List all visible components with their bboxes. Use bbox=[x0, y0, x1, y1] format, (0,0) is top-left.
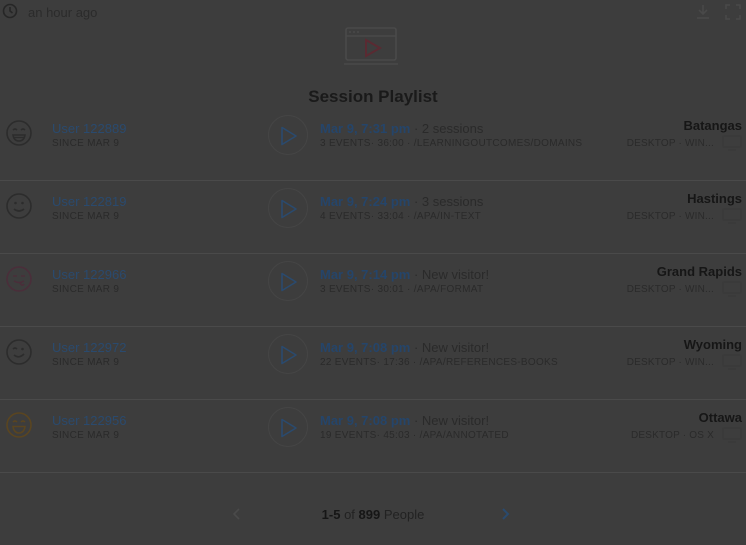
user-name-link[interactable]: User 122966 bbox=[52, 267, 126, 282]
play-session-button[interactable] bbox=[268, 188, 308, 228]
location-city: Batangas bbox=[683, 118, 742, 133]
last-updated-text: an hour ago bbox=[28, 5, 98, 20]
user-name-link[interactable]: User 122956 bbox=[52, 413, 126, 428]
location-city: Hastings bbox=[687, 191, 742, 206]
device-info: DESKTOP · WIN... bbox=[626, 138, 714, 149]
video-playlist-icon bbox=[344, 27, 398, 65]
grinning-face-icon bbox=[5, 119, 33, 147]
user-since: SINCE MAR 9 bbox=[52, 284, 120, 295]
session-time[interactable]: Mar 9, 7:24 pm bbox=[320, 194, 410, 209]
total-people: 899 bbox=[358, 507, 381, 522]
wink-face-icon bbox=[5, 338, 33, 366]
play-icon bbox=[281, 126, 297, 146]
session-details: 4 EVENTS· 33:04 · /APA/IN-TEXT bbox=[320, 211, 482, 222]
session-row[interactable]: User 122966 SINCE MAR 9 Mar 9, 7:14 pm · N… bbox=[0, 254, 746, 327]
monitor-icon bbox=[722, 281, 742, 297]
play-session-button[interactable] bbox=[268, 261, 308, 301]
session-time[interactable]: Mar 9, 7:31 pm bbox=[320, 121, 410, 136]
session-details: 3 EVENTS· 30:01 · /APA/FORMAT bbox=[320, 284, 484, 295]
session-row[interactable]: User 122972 SINCE MAR 9 Mar 9, 7:08 pm · N… bbox=[0, 327, 746, 400]
user-name-link[interactable]: User 122972 bbox=[52, 340, 126, 355]
session-details: 22 EVENTS· 17:36 · /APA/REFERENCES-BOOKS bbox=[320, 357, 558, 368]
page-range: 1-5 bbox=[321, 507, 341, 522]
location-city: Ottawa bbox=[698, 410, 742, 425]
play-icon bbox=[281, 272, 297, 292]
session-row[interactable]: User 122956 SINCE MAR 9 Mar 9, 7:08 pm · N… bbox=[0, 400, 746, 473]
tongue-face-icon bbox=[5, 265, 33, 293]
row-divider bbox=[0, 472, 746, 473]
play-session-button[interactable] bbox=[268, 334, 308, 374]
fullscreen-icon[interactable] bbox=[724, 3, 742, 21]
session-count: · New visitor! bbox=[413, 340, 490, 355]
play-icon bbox=[281, 418, 297, 438]
monitor-icon bbox=[722, 427, 742, 443]
play-icon bbox=[281, 345, 297, 365]
session-count: · 3 sessions bbox=[413, 194, 484, 209]
session-summary: Mar 9, 7:08 pm · New visitor! bbox=[320, 413, 489, 428]
page-title: Session Playlist bbox=[308, 87, 438, 106]
session-count: · 2 sessions bbox=[413, 121, 484, 136]
device-info: DESKTOP · WIN... bbox=[626, 284, 714, 295]
next-page-icon[interactable] bbox=[498, 506, 512, 522]
session-time[interactable]: Mar 9, 7:14 pm bbox=[320, 267, 410, 282]
clock-icon bbox=[2, 3, 18, 19]
session-count: · New visitor! bbox=[413, 413, 490, 428]
user-since: SINCE MAR 9 bbox=[52, 430, 120, 441]
session-row[interactable]: User 122889 SINCE MAR 9 Mar 9, 7:31 pm · 2… bbox=[0, 108, 746, 181]
session-count: · New visitor! bbox=[413, 267, 490, 282]
session-time[interactable]: Mar 9, 7:08 pm bbox=[320, 340, 410, 355]
session-summary: Mar 9, 7:08 pm · New visitor! bbox=[320, 340, 489, 355]
user-since: SINCE MAR 9 bbox=[52, 357, 120, 368]
device-info: DESKTOP · WIN... bbox=[626, 357, 714, 368]
grin-yellow-face-icon bbox=[5, 411, 33, 439]
device-info: DESKTOP · OS X bbox=[630, 430, 714, 441]
monitor-icon bbox=[722, 354, 742, 370]
monitor-icon bbox=[722, 208, 742, 224]
download-icon[interactable] bbox=[694, 3, 712, 21]
monitor-icon bbox=[722, 135, 742, 151]
session-row[interactable]: User 122819 SINCE MAR 9 Mar 9, 7:24 pm · 3… bbox=[0, 181, 746, 254]
page-count: 1-5 of 899 People bbox=[0, 507, 746, 522]
play-session-button[interactable] bbox=[268, 115, 308, 155]
location-city: Wyoming bbox=[683, 337, 742, 352]
session-summary: Mar 9, 7:14 pm · New visitor! bbox=[320, 267, 489, 282]
play-icon bbox=[281, 199, 297, 219]
total-unit: People bbox=[383, 507, 425, 522]
session-summary: Mar 9, 7:31 pm · 2 sessions bbox=[320, 121, 483, 136]
user-name-link[interactable]: User 122819 bbox=[52, 194, 126, 209]
page-of: of bbox=[344, 507, 355, 522]
smile-face-icon bbox=[5, 192, 33, 220]
user-name-link[interactable]: User 122889 bbox=[52, 121, 126, 136]
location-city: Grand Rapids bbox=[656, 264, 742, 279]
play-session-button[interactable] bbox=[268, 407, 308, 447]
user-since: SINCE MAR 9 bbox=[52, 211, 120, 222]
user-since: SINCE MAR 9 bbox=[52, 138, 120, 149]
session-details: 3 EVENTS· 36:00 · /LEARNINGOUTCOMES/DOMA… bbox=[320, 138, 583, 149]
session-summary: Mar 9, 7:24 pm · 3 sessions bbox=[320, 194, 483, 209]
session-details: 19 EVENTS· 45:03 · /APA/ANNOTATED bbox=[320, 430, 509, 441]
top-bar: an hour ago bbox=[0, 0, 746, 24]
session-time[interactable]: Mar 9, 7:08 pm bbox=[320, 413, 410, 428]
pagination: 1-5 of 899 People bbox=[0, 506, 746, 526]
device-info: DESKTOP · WIN... bbox=[626, 211, 714, 222]
